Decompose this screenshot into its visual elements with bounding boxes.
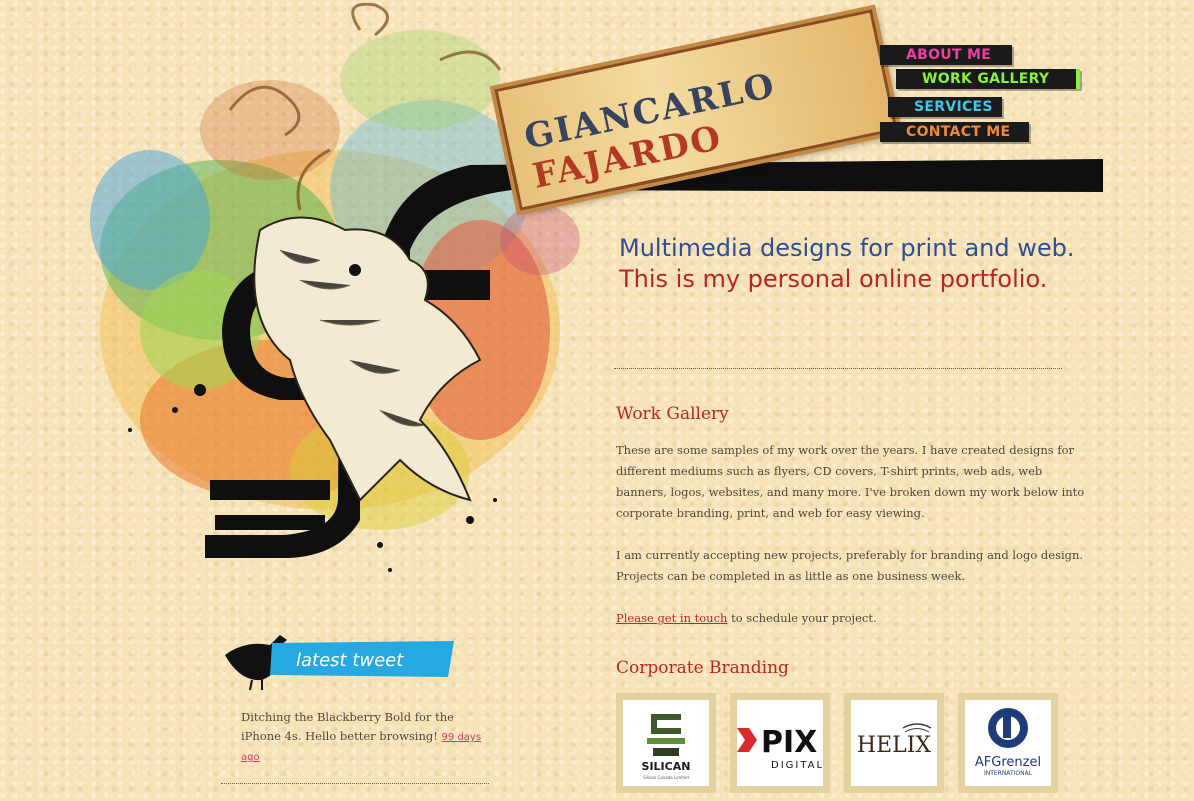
work-gallery-paragraph-2: I am currently accepting new projects, p… [616, 548, 1084, 583]
tagline-line-2: This is my personal online portfolio. [619, 265, 1048, 293]
nav-work-gallery[interactable]: WORK GALLERY [896, 69, 1080, 89]
thumb-silican[interactable]: SILICAN Silicon Canada Limited [616, 693, 716, 793]
thumb-pix[interactable]: PIX DIGITAL [730, 693, 830, 793]
pix-name: PIX [761, 725, 817, 760]
afgrenzel-sub: INTERNATIONAL [984, 770, 1033, 777]
thumb-pix-image: PIX DIGITAL [737, 700, 823, 786]
tagline: Multimedia designs for print and web. Th… [619, 233, 1074, 295]
helix-logo: HELIX [857, 723, 932, 758]
thumb-afgrenzel[interactable]: AFGrenzel INTERNATIONAL [958, 693, 1058, 793]
content-divider [614, 368, 1062, 369]
contact-link[interactable]: Please get in touch [616, 611, 727, 625]
main-nav: ABOUT ME WORK GALLERY SERVICES CONTACT M… [880, 44, 1090, 154]
thumb-silican-image: SILICAN Silicon Canada Limited [623, 700, 709, 786]
tagline-line-1: Multimedia designs for print and web. [619, 234, 1075, 262]
latest-tweet-text: Ditching the Blackberry Bold for the iPh… [241, 708, 486, 767]
helix-name: HELIX [857, 733, 932, 758]
silican-sub: Silicon Canada Limited [643, 775, 689, 780]
latest-tweet-label: latest tweet [296, 650, 404, 671]
work-gallery-heading: Work Gallery [616, 404, 729, 424]
thumb-helix[interactable]: HELIX [844, 693, 944, 793]
work-gallery-text: These are some samples of my work over t… [616, 440, 1086, 629]
latest-tweet-badge: latest tweet [270, 641, 454, 677]
tweet-divider [221, 783, 489, 784]
thumb-helix-image: HELIX [851, 700, 937, 786]
work-gallery-cta: Please get in touch to schedule your pro… [616, 608, 1086, 629]
nav-about-me[interactable]: ABOUT ME [880, 45, 1012, 65]
work-gallery-paragraph-1: These are some samples of my work over t… [616, 443, 1085, 520]
afgrenzel-logo: AFGrenzel INTERNATIONAL [975, 708, 1041, 777]
nav-services[interactable]: SERVICES [888, 97, 1002, 117]
tweet-body: Ditching the Blackberry Bold for the iPh… [241, 710, 454, 743]
thumb-afgrenzel-image: AFGrenzel INTERNATIONAL [965, 700, 1051, 786]
silican-logo: SILICAN Silicon Canada Limited [642, 714, 691, 780]
silican-name: SILICAN [642, 760, 691, 773]
corporate-branding-heading: Corporate Branding [616, 658, 789, 678]
pix-logo: PIX DIGITAL [737, 725, 823, 771]
nav-contact-me[interactable]: CONTACT ME [880, 122, 1029, 142]
contact-suffix: to schedule your project. [727, 611, 877, 625]
afgrenzel-name: AFGrenzel [975, 755, 1041, 770]
pix-sub: DIGITAL [771, 760, 823, 771]
